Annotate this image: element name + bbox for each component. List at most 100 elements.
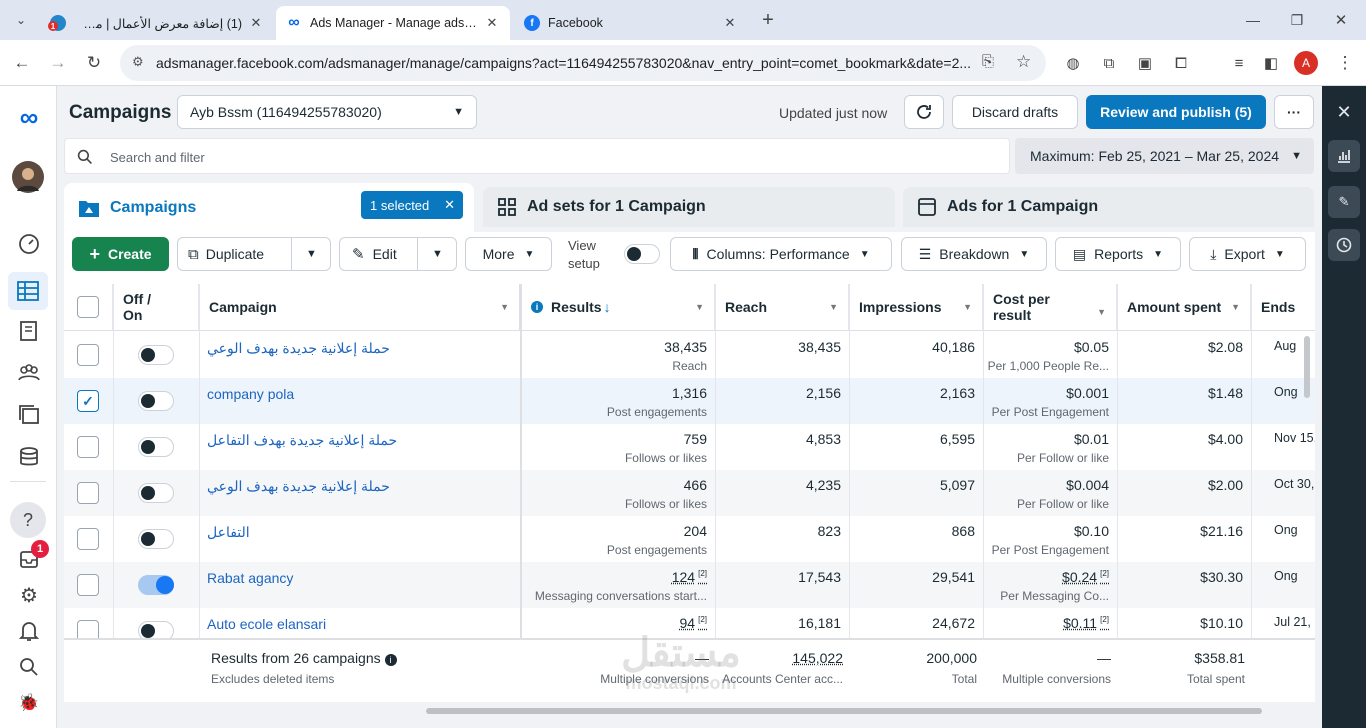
- row-checkbox[interactable]: [77, 344, 99, 366]
- table-row[interactable]: حملة إعلانية جديدة بهدف الوعي 38,435 Rea…: [64, 332, 1315, 378]
- extension-copy-icon[interactable]: ⧉: [1096, 50, 1122, 76]
- campaign-name-link[interactable]: التفاعل: [207, 524, 250, 541]
- profile-avatar[interactable]: A: [1294, 51, 1318, 75]
- close-tab-icon[interactable]: ✕: [248, 15, 264, 31]
- close-tab-icon[interactable]: ✕: [484, 15, 500, 31]
- browser-tab-facebook[interactable]: f Facebook ✕: [514, 6, 748, 40]
- side-panel-icon[interactable]: ◧: [1258, 50, 1284, 76]
- edit-button[interactable]: ✎ Edit ▼: [339, 237, 457, 271]
- tab-search-icon[interactable]: ⌄: [8, 7, 34, 33]
- row-checkbox[interactable]: [77, 482, 99, 504]
- column-header-ends[interactable]: Ends: [1251, 284, 1315, 331]
- table-row[interactable]: حملة إعلانية جديدة بهدف الوعي 466 Follow…: [64, 470, 1315, 516]
- search-icon[interactable]: [14, 652, 44, 682]
- duplicate-dropdown-icon[interactable]: ▼: [291, 238, 331, 270]
- duplicate-button[interactable]: ⧉ Duplicate ▼: [177, 237, 331, 271]
- view-setup-toggle[interactable]: [624, 244, 660, 264]
- ads-manager-table-icon[interactable]: [8, 272, 48, 310]
- row-checkbox[interactable]: ✓: [77, 390, 99, 412]
- user-avatar[interactable]: [12, 161, 44, 193]
- date-range-picker[interactable]: Maximum: Feb 25, 2021 – Mar 25, 2024 ▼: [1015, 138, 1314, 174]
- help-question-icon[interactable]: ?: [10, 502, 46, 538]
- extension-globe-icon[interactable]: ◍: [1060, 50, 1086, 76]
- meta-logo-icon[interactable]: ∞: [14, 102, 44, 132]
- reports-button[interactable]: ▤ Reports ▼: [1055, 237, 1181, 271]
- discard-drafts-button[interactable]: Discard drafts: [952, 95, 1078, 129]
- campaign-name-link[interactable]: حملة إعلانية جديدة بهدف الوعي: [207, 340, 390, 357]
- reload-icon[interactable]: ↻: [81, 50, 107, 76]
- export-button[interactable]: ⤓ Export ▼: [1189, 237, 1306, 271]
- campaign-name-link[interactable]: حملة إعلانية جديدة بهدف التفاعل: [207, 432, 397, 449]
- column-header-results[interactable]: i Results ↓ ▼: [521, 284, 715, 331]
- create-button[interactable]: + Create: [72, 237, 169, 271]
- table-row[interactable]: ✓ company pola 1,316 Post engagements 2,…: [64, 378, 1315, 424]
- vertical-scrollbar[interactable]: [1304, 336, 1310, 398]
- breakdown-button[interactable]: ☰ Breakdown ▼: [901, 237, 1047, 271]
- horizontal-scrollbar[interactable]: [426, 708, 1262, 714]
- bookmark-star-icon[interactable]: ☆: [1016, 52, 1031, 72]
- restore-icon[interactable]: ❐: [1284, 7, 1310, 33]
- site-info-icon[interactable]: ⚙: [132, 54, 144, 70]
- row-checkbox[interactable]: [77, 528, 99, 550]
- column-header-reach[interactable]: Reach ▼: [715, 284, 849, 331]
- campaign-name-link[interactable]: Rabat agancy: [207, 570, 293, 586]
- search-filter-input[interactable]: Search and filter: [64, 138, 1010, 174]
- tab-ad-sets[interactable]: Ad sets for 1 Campaign: [483, 187, 895, 227]
- audiences-people-icon[interactable]: [14, 358, 44, 388]
- browser-menu-icon[interactable]: ⋮: [1332, 50, 1358, 76]
- edit-pencil-icon[interactable]: ✎: [1328, 186, 1360, 218]
- row-checkbox[interactable]: [77, 436, 99, 458]
- close-window-icon[interactable]: ✕: [1328, 7, 1354, 33]
- campaign-status-toggle[interactable]: [138, 345, 174, 365]
- campaign-name-link[interactable]: حملة إعلانية جديدة بهدف الوعي: [207, 478, 390, 495]
- back-icon[interactable]: ←: [9, 50, 35, 76]
- clear-selection-icon[interactable]: ✕: [444, 197, 455, 213]
- table-row[interactable]: حملة إعلانية جديدة بهدف التفاعل 759 Foll…: [64, 424, 1315, 470]
- campaign-name-link[interactable]: Auto ecole elansari: [207, 616, 326, 632]
- extensions-puzzle-icon[interactable]: ⧠: [1168, 50, 1194, 76]
- tab-ads[interactable]: Ads for 1 Campaign: [903, 187, 1314, 227]
- browser-tab-mostaql[interactable]: 1 (1) إضافة معرض الأعمال | مستقل ✕: [40, 6, 274, 40]
- campaign-status-toggle[interactable]: [138, 437, 174, 457]
- column-header-offon[interactable]: Off / On: [113, 284, 199, 331]
- charts-bar-icon[interactable]: [1328, 140, 1360, 172]
- column-header-cost-per-result[interactable]: Cost per result ▼: [983, 284, 1117, 331]
- review-publish-button[interactable]: Review and publish (5): [1086, 95, 1266, 129]
- column-header-amount-spent[interactable]: Amount spent ▼: [1117, 284, 1251, 331]
- campaign-name-link[interactable]: company pola: [207, 386, 294, 402]
- media-library-icon[interactable]: [14, 400, 44, 430]
- table-row[interactable]: التفاعل 204 Post engagements 823 868 $0.…: [64, 516, 1315, 562]
- more-options-button[interactable]: ···: [1274, 95, 1314, 129]
- dashboard-gauge-icon[interactable]: [14, 229, 44, 259]
- columns-button[interactable]: ⦀ Columns: Performance ▼: [670, 237, 892, 271]
- browser-tab-ads-manager[interactable]: ∞ Ads Manager - Manage ads - C ✕: [276, 6, 510, 40]
- row-checkbox[interactable]: [77, 574, 99, 596]
- extension-image-icon[interactable]: ▣: [1132, 50, 1158, 76]
- campaign-status-toggle[interactable]: [138, 391, 174, 411]
- refresh-button[interactable]: [904, 95, 944, 129]
- column-header-campaign[interactable]: Campaign ▼: [199, 284, 521, 331]
- campaign-status-toggle[interactable]: [138, 529, 174, 549]
- campaign-status-toggle[interactable]: [138, 575, 174, 595]
- alerts-bell-icon[interactable]: [14, 616, 44, 646]
- close-tab-icon[interactable]: ✕: [722, 15, 738, 31]
- pages-book-icon[interactable]: [14, 316, 44, 346]
- install-app-icon[interactable]: ⎘: [982, 53, 994, 70]
- report-bug-icon[interactable]: 🐞: [14, 688, 44, 718]
- forward-icon[interactable]: →: [45, 50, 71, 76]
- info-icon[interactable]: i: [384, 654, 397, 666]
- history-clock-icon[interactable]: [1328, 229, 1360, 261]
- info-icon[interactable]: i: [531, 301, 543, 313]
- settings-gear-icon[interactable]: ⚙: [14, 580, 44, 610]
- media-control-icon[interactable]: ≡: [1226, 50, 1252, 76]
- edit-dropdown-icon[interactable]: ▼: [417, 238, 457, 270]
- column-header-impressions[interactable]: Impressions ▼: [849, 284, 983, 331]
- selection-chip[interactable]: 1 selected ✕: [361, 191, 463, 219]
- table-row[interactable]: Rabat agancy 124 [2] Messaging conversati…: [64, 562, 1315, 608]
- select-all-checkbox[interactable]: [77, 296, 99, 318]
- more-button[interactable]: More ▼: [465, 237, 552, 271]
- minimize-icon[interactable]: —: [1240, 7, 1266, 33]
- billing-stack-icon[interactable]: [14, 442, 44, 472]
- ad-account-select[interactable]: Ayb Bssm (116494255783020) ▼: [177, 95, 477, 129]
- close-panel-icon[interactable]: ✕: [1328, 96, 1360, 128]
